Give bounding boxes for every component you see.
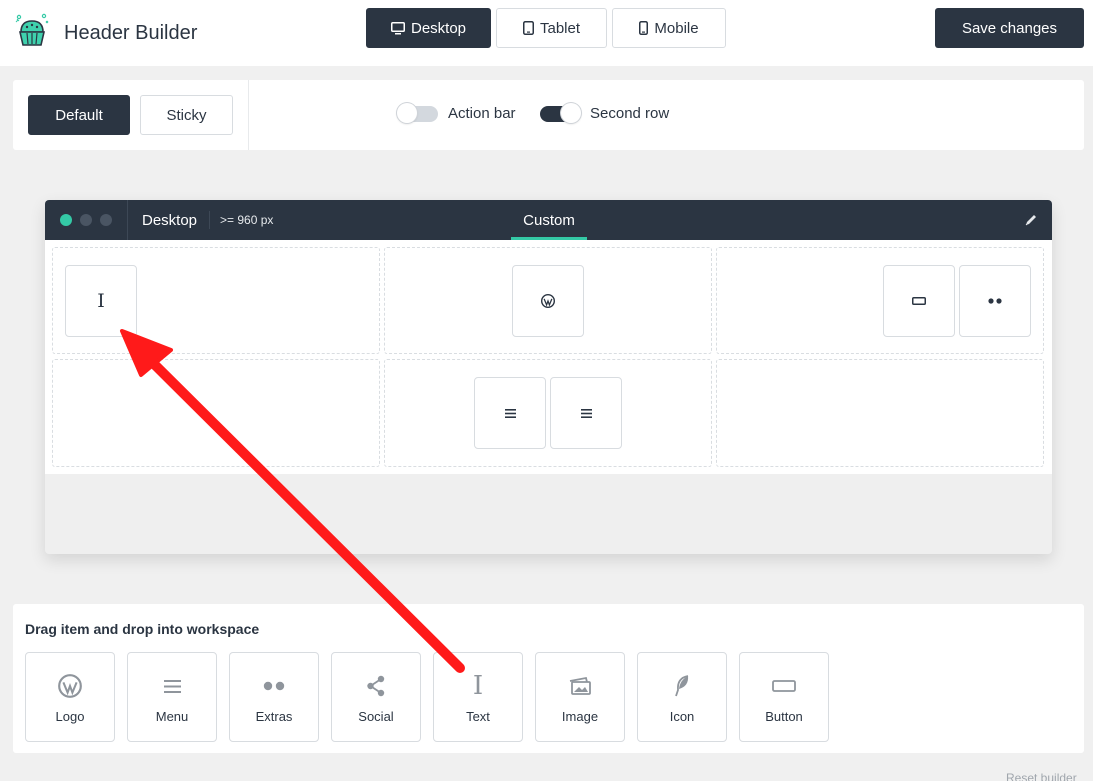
app-title: Header Builder bbox=[64, 22, 198, 44]
item-text[interactable]: I Text bbox=[433, 652, 523, 742]
pencil-icon[interactable] bbox=[1023, 212, 1039, 228]
item-label: Text bbox=[466, 709, 490, 724]
mode-panel: Default Sticky Action bar Second row bbox=[13, 80, 1084, 150]
window-dot bbox=[80, 214, 92, 226]
workspace-header: Desktop >= 960 px Custom bbox=[45, 200, 1052, 240]
item-label: Extras bbox=[255, 709, 293, 724]
wordpress-icon bbox=[541, 294, 555, 308]
action-bar-label: Action bar bbox=[448, 105, 516, 122]
workspace-width-label: >= 960 px bbox=[220, 213, 274, 227]
sticky-mode-button[interactable]: Sticky bbox=[140, 95, 233, 135]
item-social[interactable]: Social bbox=[331, 652, 421, 742]
item-label: Button bbox=[765, 709, 803, 724]
drop-zone-row2-center[interactable] bbox=[384, 359, 712, 467]
tab-mobile-label: Mobile bbox=[654, 19, 699, 37]
second-row-toggle[interactable] bbox=[540, 102, 581, 123]
item-icon[interactable]: Icon bbox=[637, 652, 727, 742]
save-changes-button[interactable]: Save changes bbox=[935, 8, 1084, 48]
button-icon bbox=[772, 680, 796, 692]
extras-icon bbox=[988, 298, 1002, 304]
item-label: Logo bbox=[55, 709, 85, 724]
header-divider bbox=[209, 211, 210, 229]
items-panel-title: Drag item and drop into workspace bbox=[25, 621, 260, 637]
menu-slot[interactable] bbox=[474, 377, 546, 449]
wordpress-icon bbox=[58, 674, 82, 698]
reset-builder-link[interactable]: Reset builder bbox=[1006, 771, 1077, 781]
image-icon bbox=[569, 676, 591, 695]
default-mode-button[interactable]: Default bbox=[28, 95, 130, 135]
button-slot[interactable] bbox=[883, 265, 955, 337]
tab-desktop-label: Desktop bbox=[410, 19, 467, 37]
drop-zone-row1-right[interactable] bbox=[716, 247, 1044, 354]
drop-zone-row2-right[interactable] bbox=[716, 359, 1044, 467]
item-label: Social bbox=[358, 709, 394, 724]
item-button[interactable]: Button bbox=[739, 652, 829, 742]
workspace: Desktop >= 960 px Custom I bbox=[45, 200, 1052, 554]
extras-slot[interactable] bbox=[959, 265, 1031, 337]
logo-slot[interactable] bbox=[512, 265, 584, 337]
item-extras[interactable]: Extras bbox=[229, 652, 319, 742]
tab-tablet[interactable]: Tablet bbox=[496, 8, 607, 48]
menu-icon bbox=[504, 408, 516, 418]
tab-custom[interactable]: Custom bbox=[511, 200, 587, 240]
tab-desktop[interactable]: Desktop bbox=[366, 8, 491, 48]
tablet-icon bbox=[522, 21, 534, 35]
device-tabs: Desktop Tablet Mobile bbox=[366, 8, 726, 48]
action-bar-toggle-group: Action bar bbox=[397, 102, 516, 123]
item-menu[interactable]: Menu bbox=[127, 652, 217, 742]
second-row-toggle-group: Second row bbox=[540, 102, 670, 123]
feather-icon bbox=[675, 675, 689, 697]
text-icon: I bbox=[472, 671, 484, 701]
menu-slot[interactable] bbox=[550, 377, 622, 449]
menu-icon bbox=[580, 408, 592, 418]
menu-icon bbox=[163, 679, 181, 693]
mobile-icon bbox=[639, 21, 649, 35]
text-slot[interactable]: I bbox=[65, 265, 137, 337]
item-label: Icon bbox=[669, 709, 695, 724]
action-bar-toggle[interactable] bbox=[397, 102, 438, 123]
drop-zone-row1-left[interactable]: I bbox=[52, 247, 380, 354]
tab-tablet-label: Tablet bbox=[539, 19, 581, 37]
monitor-icon bbox=[390, 21, 405, 34]
item-label: Image bbox=[561, 709, 599, 724]
item-image[interactable]: Image bbox=[535, 652, 625, 742]
top-bar: Header Builder Desktop Tablet Mobile Sav… bbox=[0, 0, 1093, 66]
items-panel: Drag item and drop into workspace Logo M… bbox=[13, 604, 1084, 753]
extras-icon bbox=[263, 681, 285, 691]
item-label: Menu bbox=[155, 709, 189, 724]
window-dot-green bbox=[60, 214, 72, 226]
item-logo[interactable]: Logo bbox=[25, 652, 115, 742]
drop-zone-row1-center[interactable] bbox=[384, 247, 712, 354]
second-row-label: Second row bbox=[590, 105, 670, 122]
cupcake-logo-icon bbox=[15, 13, 49, 46]
share-icon bbox=[367, 675, 385, 697]
workspace-canvas: I bbox=[45, 240, 1052, 474]
drop-zone-row2-left[interactable] bbox=[52, 359, 380, 467]
tab-mobile[interactable]: Mobile bbox=[612, 8, 726, 48]
button-icon bbox=[912, 297, 926, 305]
text-icon: I bbox=[97, 290, 105, 312]
divider bbox=[248, 80, 249, 150]
window-dot bbox=[100, 214, 112, 226]
header-divider bbox=[127, 200, 128, 240]
workspace-device-label: Desktop bbox=[142, 212, 198, 229]
